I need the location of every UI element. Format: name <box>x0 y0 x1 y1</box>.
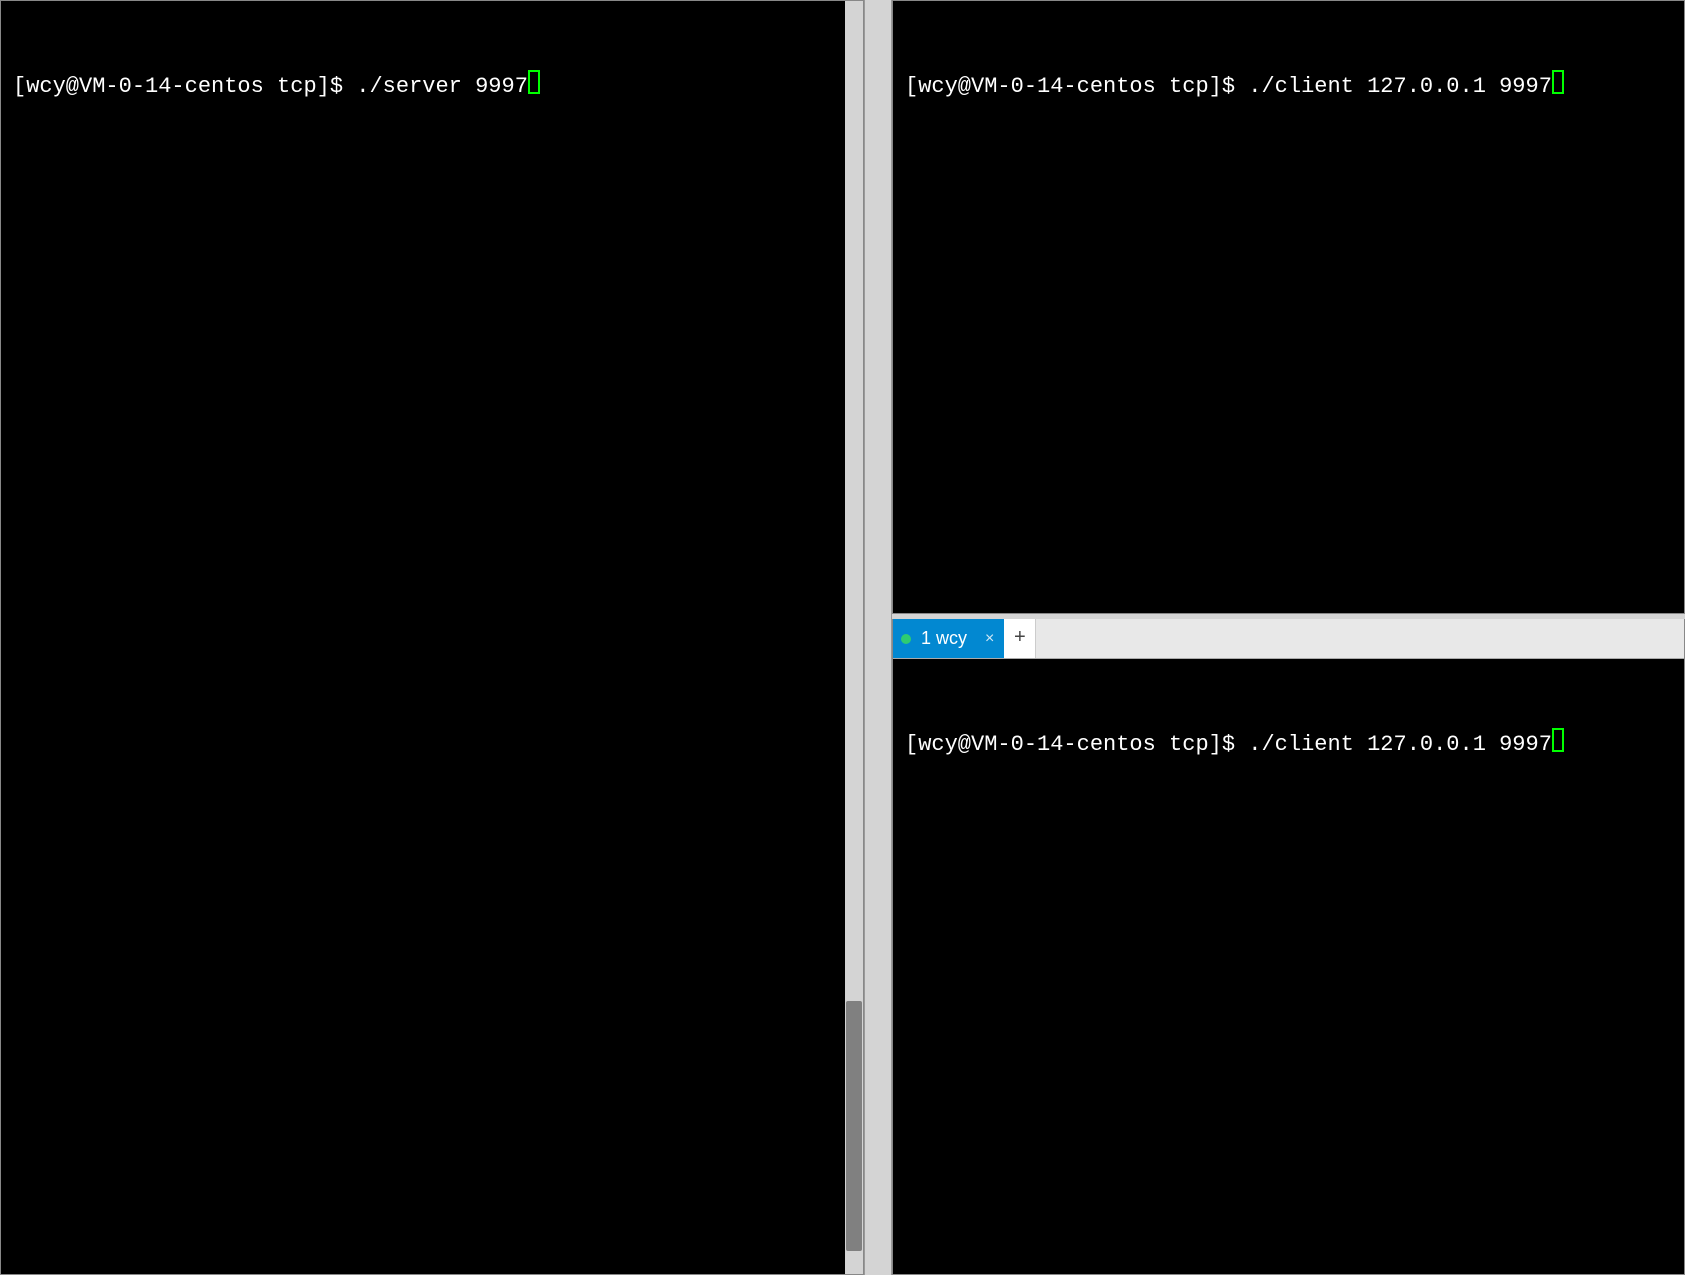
right-bottom-terminal-pane: 1 wcy × + [wcy@VM-0-14-centos tcp]$ ./cl… <box>892 619 1685 1275</box>
terminal-prompt: [wcy@VM-0-14-centos tcp]$ <box>905 731 1248 760</box>
status-dot-icon <box>901 634 911 644</box>
scrollbar-track[interactable] <box>845 1 863 1274</box>
terminal-command: ./client 127.0.0.1 9997 <box>1248 731 1552 760</box>
terminal-content[interactable]: [wcy@VM-0-14-centos tcp]$ ./server 9997 <box>1 1 845 169</box>
terminal-content[interactable]: [wcy@VM-0-14-centos tcp]$ ./client 127.0… <box>893 659 1684 1274</box>
terminal-command: ./server 9997 <box>356 73 528 102</box>
left-terminal-pane: [wcy@VM-0-14-centos tcp]$ ./server 9997 <box>0 0 864 1275</box>
tab-session-1[interactable]: 1 wcy × <box>893 619 1004 658</box>
cursor-icon <box>528 70 540 94</box>
plus-icon: + <box>1014 627 1026 650</box>
terminal-line: [wcy@VM-0-14-centos tcp]$ ./client 127.0… <box>905 726 1672 760</box>
tab-label: 1 wcy <box>921 628 967 649</box>
terminal-command: ./client 127.0.0.1 9997 <box>1248 73 1552 102</box>
add-tab-button[interactable]: + <box>1004 619 1036 658</box>
terminal-prompt: [wcy@VM-0-14-centos tcp]$ <box>905 73 1248 102</box>
right-top-terminal-pane: [wcy@VM-0-14-centos tcp]$ ./client 127.0… <box>892 0 1685 614</box>
tab-bar: 1 wcy × + <box>893 619 1684 659</box>
vertical-splitter[interactable] <box>864 0 892 1275</box>
terminal-content[interactable]: [wcy@VM-0-14-centos tcp]$ ./client 127.0… <box>893 1 1684 169</box>
scrollbar-thumb[interactable] <box>846 1001 862 1251</box>
terminal-line: [wcy@VM-0-14-centos tcp]$ ./server 9997 <box>13 68 833 102</box>
cursor-icon <box>1552 70 1564 94</box>
cursor-icon <box>1552 728 1564 752</box>
terminal-line: [wcy@VM-0-14-centos tcp]$ ./client 127.0… <box>905 68 1672 102</box>
terminal-prompt: [wcy@VM-0-14-centos tcp]$ <box>13 73 356 102</box>
close-icon[interactable]: × <box>983 630 996 648</box>
